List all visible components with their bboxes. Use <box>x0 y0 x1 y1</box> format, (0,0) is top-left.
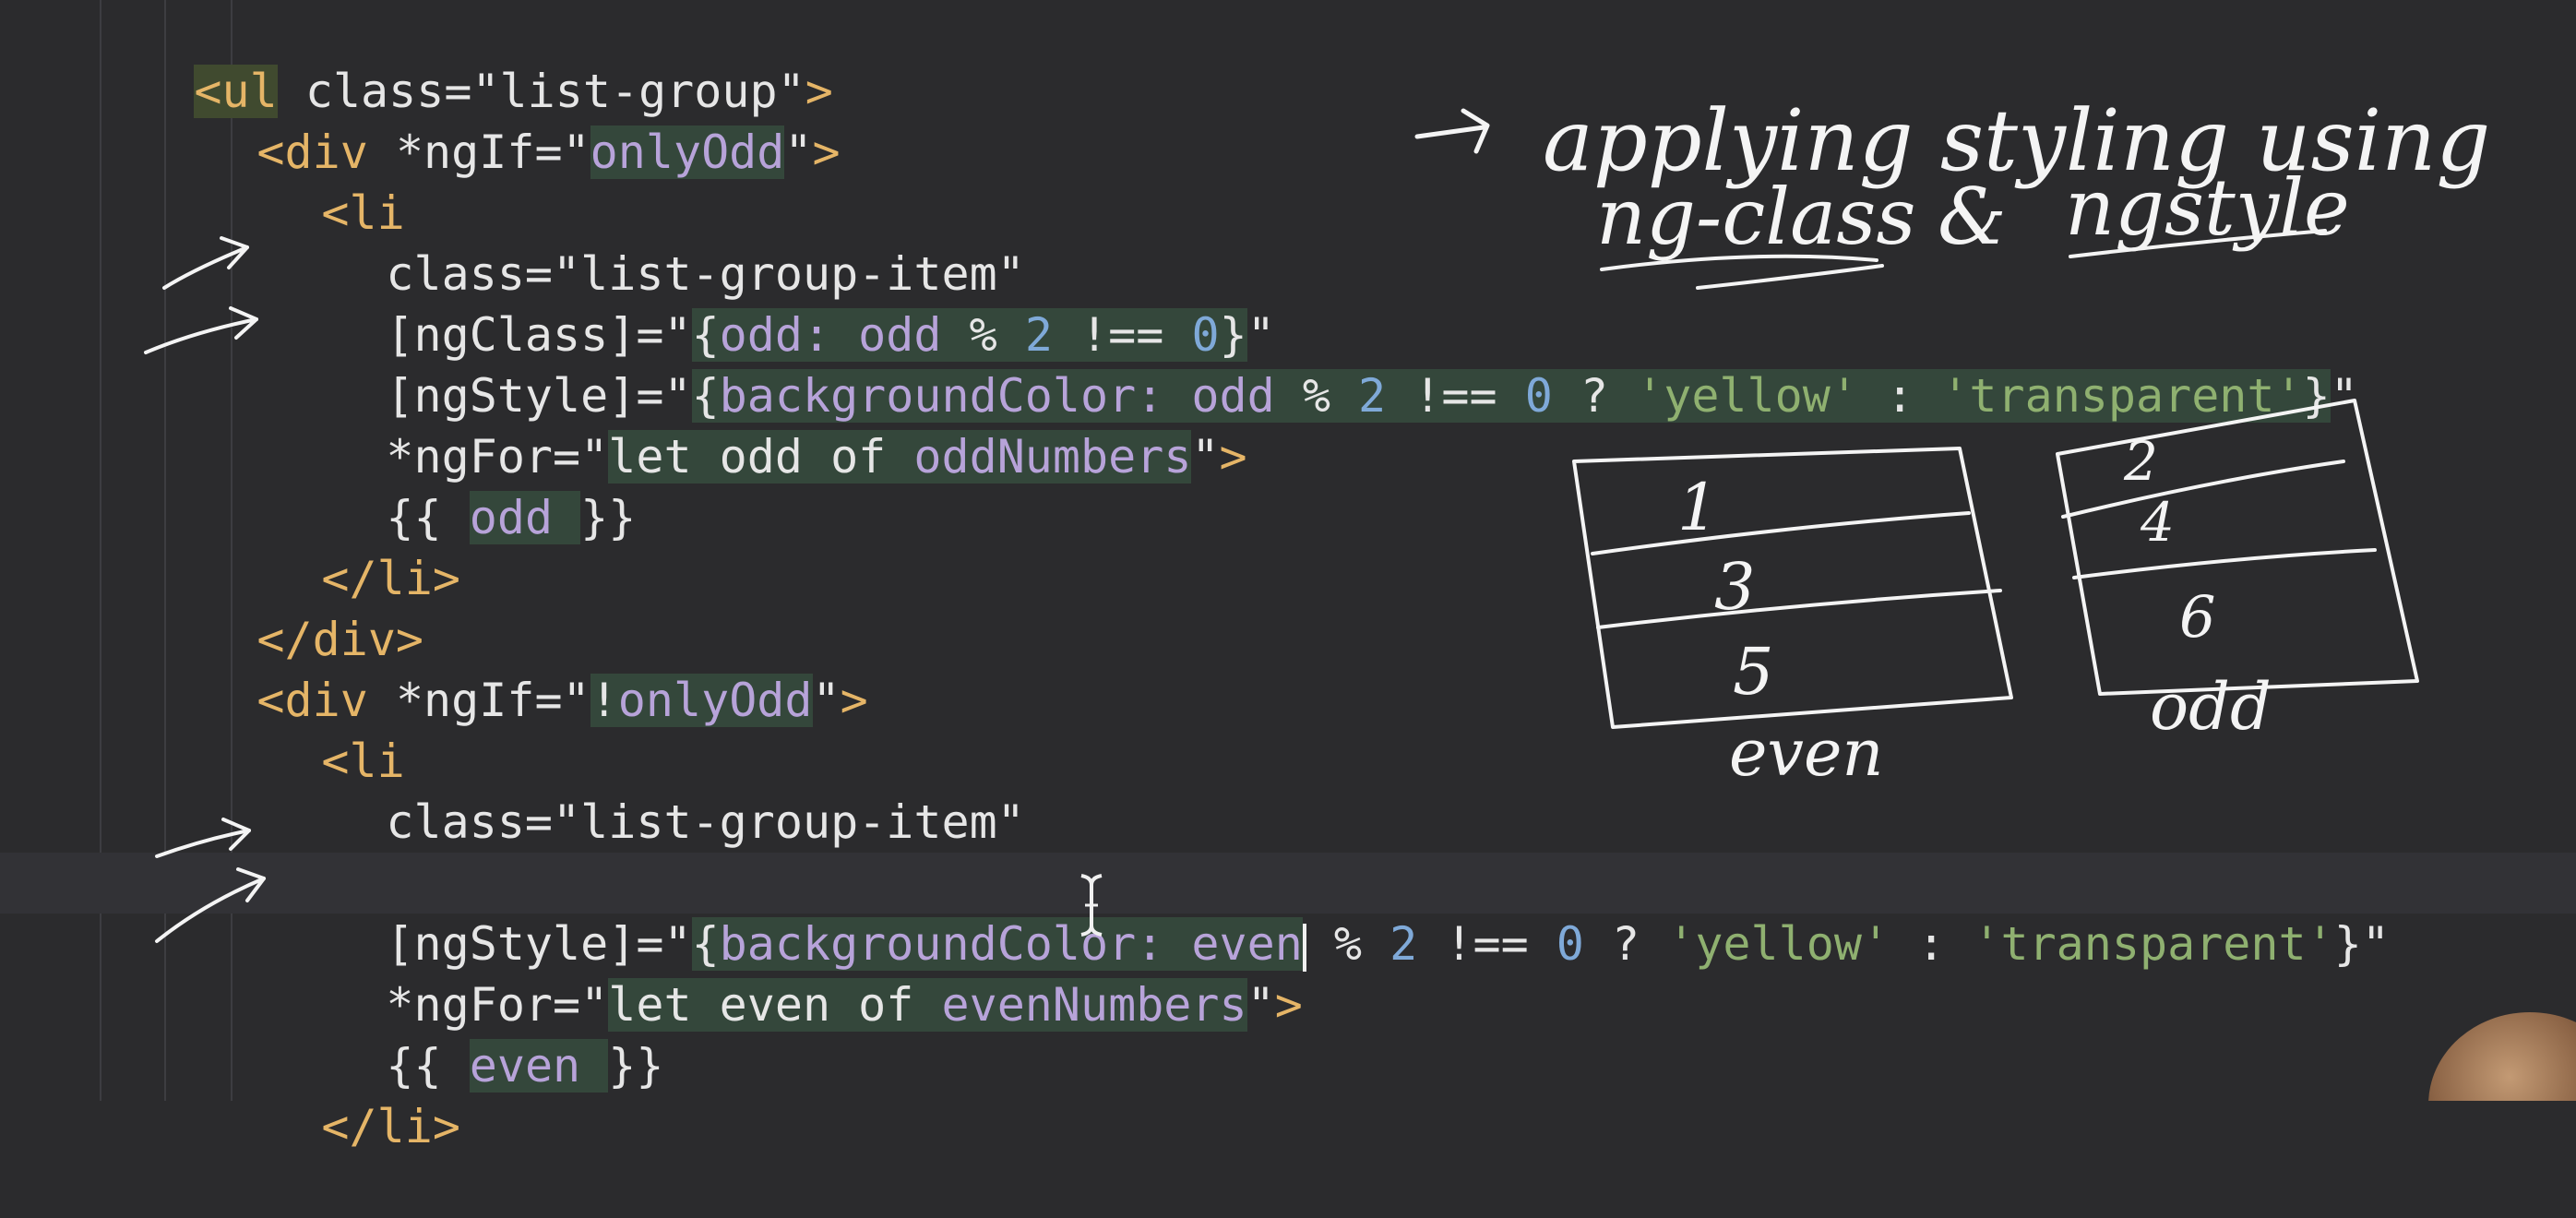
arrow-icon <box>1414 108 1490 154</box>
presenter-head <box>2428 1012 2576 1101</box>
annotation-ngstyle: ngstyle <box>2065 162 2350 253</box>
table-cell: 6 <box>2179 583 2215 651</box>
annotation-ngclass: ng-class <box>1596 172 1915 262</box>
table-cell: 3 <box>1714 549 1756 625</box>
table-cell: 1 <box>1677 470 1719 545</box>
arrow-icon <box>162 236 249 290</box>
sketch-table-right: 2 4 6 odd <box>2056 399 2419 745</box>
arrow-icon <box>155 818 251 858</box>
text-cursor-icon <box>1080 874 1103 937</box>
webcam-overlay <box>2391 999 2576 1101</box>
underline <box>1696 264 1884 290</box>
sketch-table-left: 1 3 5 even <box>1572 447 2013 791</box>
annotation-ampersand: & <box>1938 172 2007 262</box>
table-caption: even <box>1729 715 1883 791</box>
table-cell: 2 <box>2123 430 2158 493</box>
arrow-icon <box>144 306 258 354</box>
table-caption: odd <box>2150 669 2272 745</box>
table-cell: 4 <box>2140 491 2175 554</box>
arrow-icon <box>155 867 266 943</box>
annotation-overlay: applying styling using ng-class & ngstyl… <box>144 91 2490 943</box>
table-cell: 5 <box>1733 634 1774 710</box>
